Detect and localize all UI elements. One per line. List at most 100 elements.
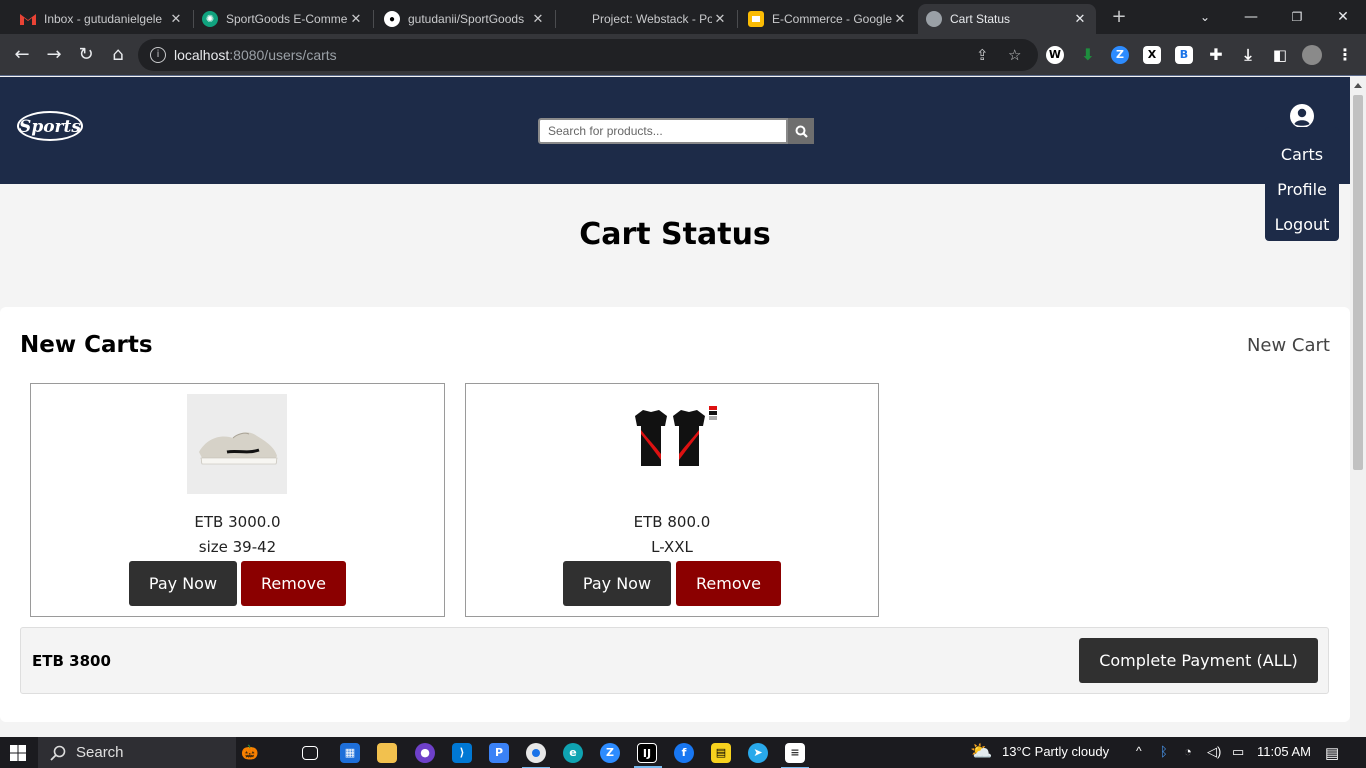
weather-text[interactable]: 13°C Partly cloudy: [1002, 744, 1109, 759]
close-icon[interactable]: ✕: [892, 11, 908, 27]
volume-icon[interactable]: ◁): [1207, 744, 1221, 760]
tab-divider: [555, 10, 556, 28]
tab-title: SportGoods E-Comme: [226, 12, 348, 26]
battery-icon[interactable]: ▭: [1232, 744, 1244, 760]
tab-title: gutudanii/SportGoods: [408, 12, 525, 26]
edge-icon[interactable]: e: [563, 743, 583, 763]
user-account-icon[interactable]: [1289, 103, 1315, 129]
tray-overflow-icon[interactable]: ^: [1136, 744, 1142, 758]
tab-github[interactable]: ● gutudanii/SportGoods ✕: [376, 4, 554, 34]
notifications-icon[interactable]: ▤: [1325, 744, 1339, 762]
zoom-icon[interactable]: Z: [600, 743, 620, 763]
telegram-icon[interactable]: ➤: [748, 743, 768, 763]
cart-price: ETB 3000.0: [194, 513, 281, 531]
b-extension-icon[interactable]: B: [1175, 46, 1193, 64]
share-icon[interactable]: ⇪: [976, 46, 989, 64]
cart-card: ETB 800.0 L-XXL Pay Now Remove: [465, 383, 879, 617]
close-icon[interactable]: ✕: [168, 11, 184, 27]
jersey-image: [621, 394, 721, 494]
tab-search-icon[interactable]: ⌄: [1182, 4, 1228, 30]
tab-sportgoods-chat[interactable]: ✺ SportGoods E-Comme ✕: [194, 4, 372, 34]
profile-avatar-icon[interactable]: [1302, 45, 1322, 65]
download-arrow-extension-icon[interactable]: ⬇: [1079, 46, 1097, 64]
site-info-icon[interactable]: i: [150, 47, 166, 63]
facebook-icon[interactable]: f: [674, 743, 694, 763]
windows-start-icon[interactable]: [10, 745, 26, 761]
pay-now-button[interactable]: Pay Now: [129, 561, 237, 606]
github-desktop-icon[interactable]: ●: [415, 743, 435, 763]
bookmark-star-icon[interactable]: ☆: [1008, 46, 1021, 64]
restore-button[interactable]: ❐: [1274, 4, 1320, 30]
tab-project-webstack[interactable]: Project: Webstack - Po ✕: [560, 4, 736, 34]
tab-inbox[interactable]: Inbox - gutudanielgele ✕: [12, 4, 192, 34]
google-slides-icon: [748, 11, 764, 27]
scroll-up-icon[interactable]: [1354, 83, 1362, 88]
page-scrollbar[interactable]: [1350, 77, 1366, 737]
zoom-extension-icon[interactable]: Z: [1111, 46, 1129, 64]
tab-cart-status[interactable]: Cart Status ✕: [918, 4, 1096, 34]
bluetooth-icon[interactable]: ᛒ: [1160, 744, 1168, 759]
wifi-icon[interactable]: ◔: [1184, 744, 1192, 759]
close-icon[interactable]: ✕: [1072, 11, 1088, 27]
clock[interactable]: 11:05 AM: [1257, 744, 1311, 759]
new-tab-button[interactable]: +: [1108, 6, 1130, 28]
back-icon[interactable]: ←: [10, 43, 34, 67]
reload-icon[interactable]: ↻: [74, 43, 98, 67]
store-icon[interactable]: ▦: [340, 743, 360, 763]
taskbar-search[interactable]: Search: [38, 737, 236, 768]
downloads-icon[interactable]: ⤓: [1239, 46, 1257, 64]
close-icon[interactable]: ✕: [530, 11, 546, 27]
complete-payment-button[interactable]: Complete Payment (ALL): [1079, 638, 1318, 683]
browser-tab-strip: Inbox - gutudanielgele ✕ ✺ SportGoods E-…: [0, 0, 1366, 34]
pay-now-button[interactable]: Pay Now: [563, 561, 671, 606]
menu-item-profile[interactable]: Profile: [1265, 172, 1339, 207]
tab-title: Cart Status: [950, 12, 1011, 26]
user-dropdown-menu: Carts Profile Logout: [1265, 127, 1339, 241]
remove-button[interactable]: Remove: [241, 561, 346, 606]
window-close-button[interactable]: ✕: [1320, 4, 1366, 30]
file-explorer-icon[interactable]: [377, 743, 397, 763]
product-search: [538, 118, 814, 144]
task-view-icon[interactable]: [302, 746, 318, 760]
menu-item-logout[interactable]: Logout: [1265, 207, 1339, 242]
search-button[interactable]: [788, 118, 814, 144]
wappalyzer-extension-icon[interactable]: W: [1046, 46, 1064, 64]
new-cart-link[interactable]: New Cart: [1247, 335, 1330, 356]
menu-item-carts[interactable]: Carts: [1265, 137, 1339, 172]
cart-total-bar: ETB 3800 Complete Payment (ALL): [20, 627, 1329, 694]
site-header: Sports: [0, 77, 1350, 184]
cart-total: ETB 3800: [32, 652, 111, 670]
search-input[interactable]: [538, 118, 788, 144]
cart-size: size 39-42: [198, 538, 277, 556]
side-panel-icon[interactable]: ◧: [1271, 46, 1289, 64]
page-title: Cart Status: [579, 217, 771, 252]
url-host: localhost: [174, 47, 230, 63]
notepad-icon[interactable]: ≡: [781, 743, 809, 768]
section-title: New Carts: [20, 332, 153, 358]
code-extension-icon[interactable]: X: [1143, 46, 1161, 64]
close-icon[interactable]: ✕: [348, 11, 364, 27]
tab-title: Project: Webstack - Po: [592, 12, 712, 26]
tab-divider: [373, 10, 374, 28]
sports-logo[interactable]: Sports: [14, 107, 86, 145]
remove-button[interactable]: Remove: [676, 561, 781, 606]
sticky-notes-icon[interactable]: ▤: [711, 743, 731, 763]
gmail-icon: [20, 11, 36, 27]
address-bar[interactable]: i localhost:8080/users/carts ⇪ ☆: [138, 39, 1038, 71]
close-icon[interactable]: ✕: [712, 11, 728, 27]
sneaker-image: [187, 394, 287, 494]
vscode-icon[interactable]: ⟩: [452, 743, 472, 763]
halloween-widget-icon[interactable]: 🎃: [240, 743, 260, 763]
app-p-icon[interactable]: P: [489, 743, 509, 763]
chrome-icon[interactable]: [522, 743, 550, 768]
minimize-button[interactable]: —: [1228, 4, 1274, 30]
scrollbar-thumb[interactable]: [1353, 95, 1363, 470]
forward-icon[interactable]: →: [42, 43, 66, 67]
url-path: :8080/users/carts: [229, 47, 337, 63]
browser-menu-icon[interactable]: ⋮: [1336, 46, 1354, 64]
extensions-puzzle-icon[interactable]: ✚: [1207, 46, 1225, 64]
url-text[interactable]: localhost:8080/users/carts: [174, 47, 337, 63]
tab-ecommerce-slides[interactable]: E-Commerce - Google ✕: [740, 4, 916, 34]
intellij-icon[interactable]: IJ: [634, 743, 662, 768]
home-icon[interactable]: ⌂: [106, 43, 130, 67]
